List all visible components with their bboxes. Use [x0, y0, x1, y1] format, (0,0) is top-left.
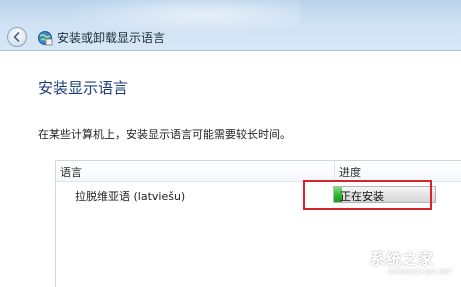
list-header: 语言 进度: [56, 161, 461, 182]
title-bar: 安装或卸载显示语言: [0, 0, 461, 51]
back-arrow-icon: [13, 32, 20, 42]
column-header-language[interactable]: 语言: [60, 164, 82, 180]
watermark-text: 系统之家: [370, 250, 435, 268]
language-name: 拉脱维亚语 (latviešu): [75, 190, 186, 203]
language-install-window: 安装或卸载显示语言 安装显示语言 在某些计算机上，安装显示语言可能需要较长时间。…: [0, 0, 461, 287]
column-divider[interactable]: [334, 161, 335, 181]
site-watermark: 系统之家 XITONGZHIJIA.NET: [346, 242, 458, 282]
globe-language-icon: [38, 31, 53, 46]
progress-highlight-box: [303, 180, 432, 210]
dialog-heading: 安装显示语言: [38, 79, 129, 97]
column-header-progress[interactable]: 进度: [339, 164, 361, 180]
install-time-notice: 在某些计算机上，安装显示语言可能需要较长时间。: [38, 128, 291, 141]
back-button[interactable]: [7, 27, 27, 47]
window-title: 安装或卸载显示语言: [57, 31, 166, 45]
watermark-url: XITONGZHIJIA.NET: [388, 268, 453, 276]
house-logo-icon: [347, 250, 367, 268]
